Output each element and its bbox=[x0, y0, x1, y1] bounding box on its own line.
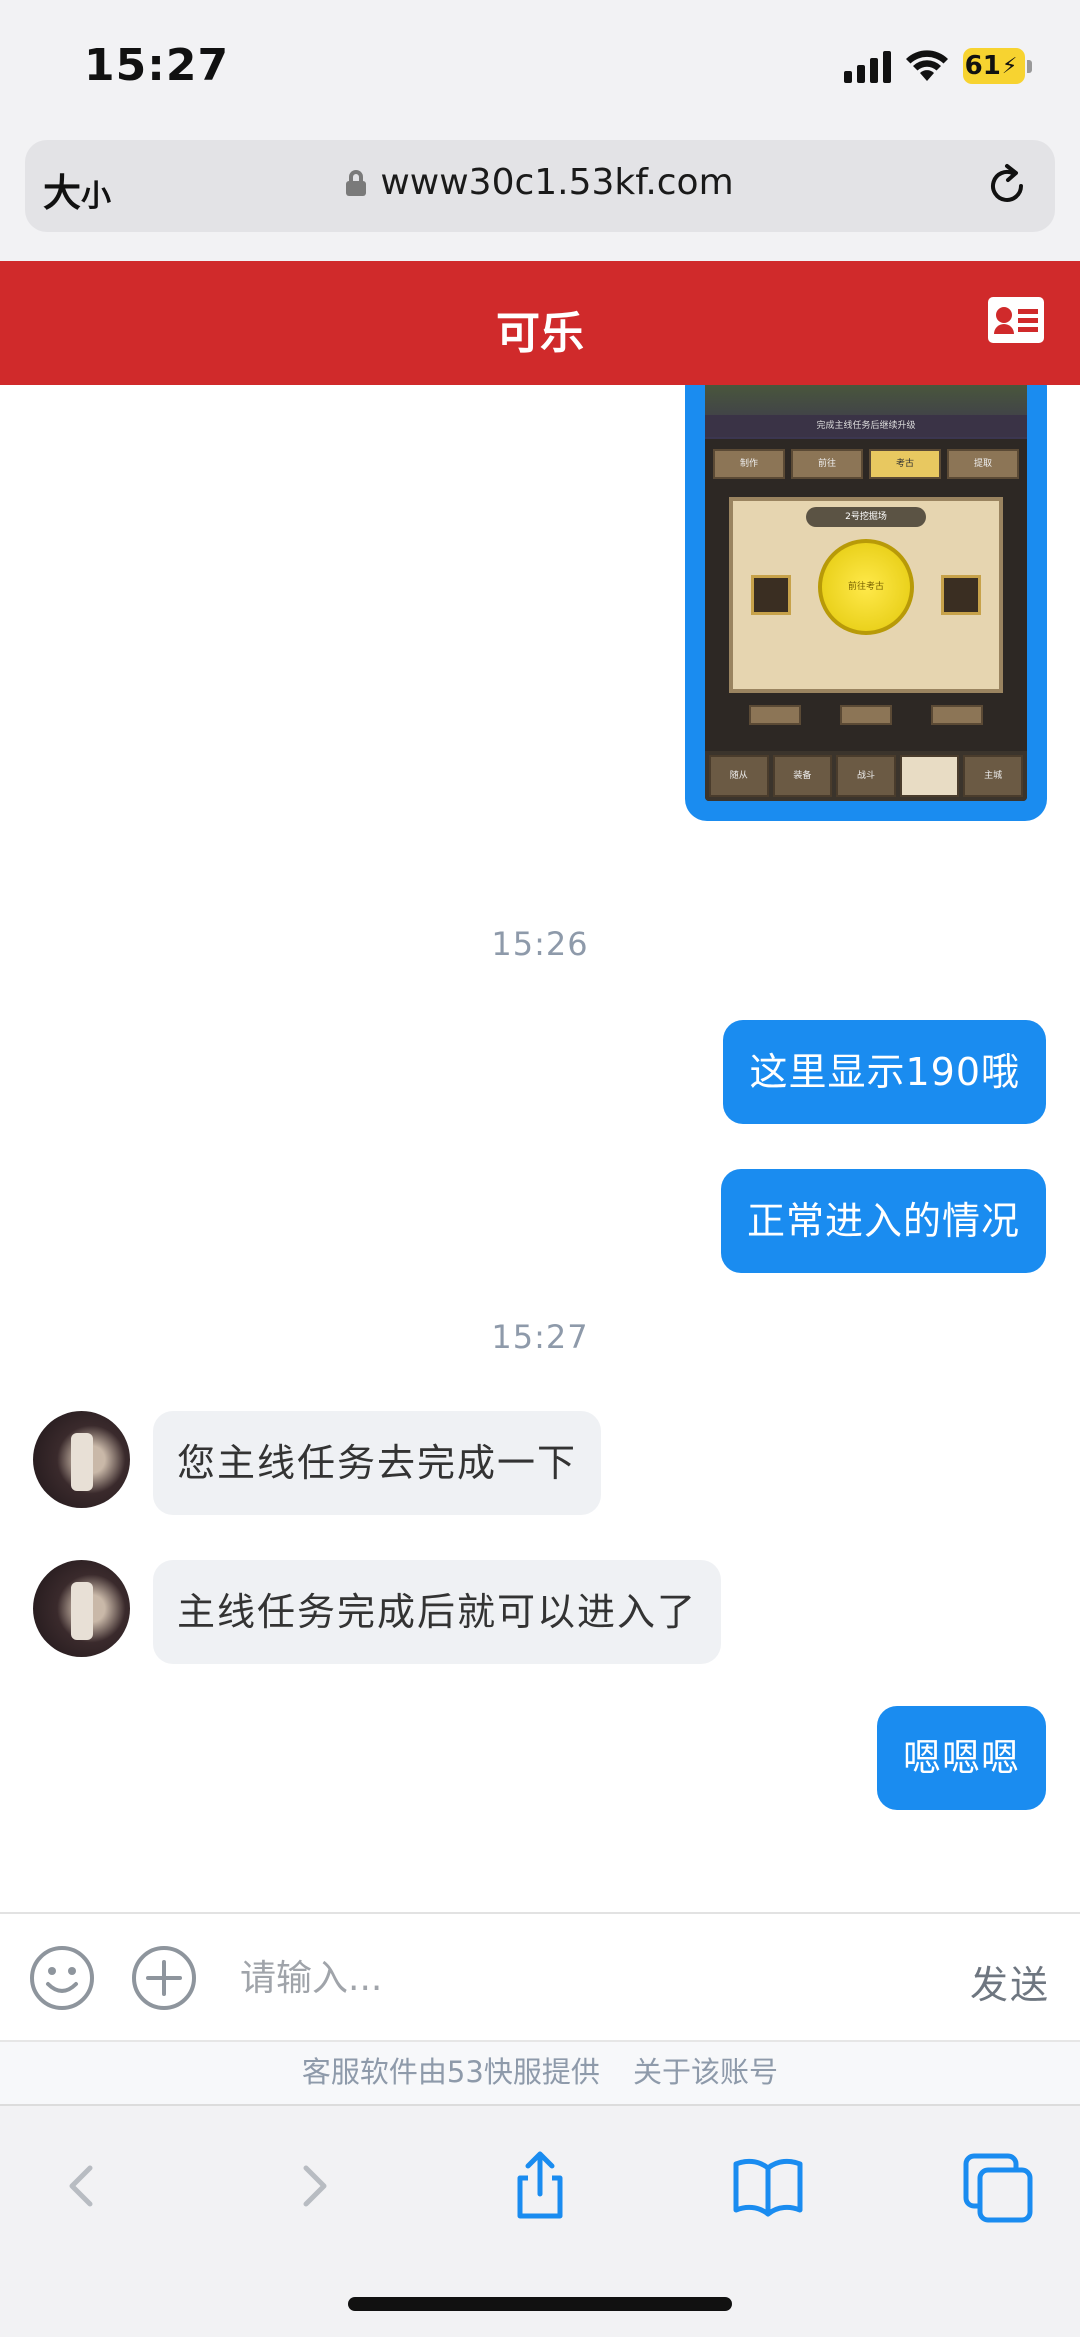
bookmarks-icon[interactable] bbox=[728, 2146, 808, 2226]
contact-card-icon[interactable] bbox=[988, 297, 1044, 343]
status-time: 15:27 bbox=[84, 40, 230, 91]
forward-icon[interactable] bbox=[274, 2146, 354, 2226]
url-text[interactable]: www30c1.53kf.com bbox=[380, 162, 733, 203]
service-footer: 客服软件由53快服提供 关于该账号 bbox=[0, 2040, 1080, 2104]
game-tabs: 制作 前往 考古 提取 bbox=[713, 449, 1019, 479]
chat-message-list[interactable]: 完成主线任务后继续升级 制作 前往 考古 提取 2号挖掘场 前往考古 随从 装备… bbox=[0, 385, 1080, 1912]
game-banner: 完成主线任务后继续升级 bbox=[705, 415, 1027, 437]
message-timestamp: 15:26 bbox=[491, 925, 589, 963]
game-bottom-nav: 随从 装备 战斗 主城 bbox=[705, 751, 1027, 801]
about-account-link[interactable]: 关于该账号 bbox=[633, 2055, 778, 2089]
outgoing-message-bubble[interactable]: 这里显示190哦 bbox=[723, 1020, 1046, 1124]
message-input[interactable] bbox=[240, 1938, 920, 2018]
incoming-message-bubble[interactable]: 主线任务完成后就可以进入了 bbox=[153, 1560, 722, 1664]
status-bar: 15:27 61 ⚡ bbox=[0, 0, 1080, 135]
message-timestamp: 15:27 bbox=[491, 1318, 589, 1356]
incoming-message-bubble[interactable]: 您主线任务去完成一下 bbox=[153, 1411, 602, 1515]
battery-level: 61 bbox=[964, 51, 1001, 81]
chat-title: 可乐 bbox=[496, 308, 584, 359]
share-icon[interactable] bbox=[500, 2146, 580, 2226]
provider-text: 客服软件由53快服提供 bbox=[301, 2055, 600, 2089]
emoji-icon[interactable] bbox=[28, 1944, 96, 2012]
agent-avatar[interactable] bbox=[33, 1411, 130, 1508]
battery-icon: 61 ⚡ bbox=[963, 48, 1032, 84]
chat-header: 可乐 bbox=[0, 261, 1080, 385]
cellular-signal-icon bbox=[844, 49, 891, 83]
agent-avatar[interactable] bbox=[33, 1560, 130, 1657]
tabs-icon[interactable] bbox=[958, 2146, 1038, 2226]
outgoing-message-bubble[interactable]: 正常进入的情况 bbox=[720, 1169, 1046, 1273]
game-panel: 2号挖掘场 前往考古 bbox=[729, 497, 1003, 693]
reload-icon[interactable] bbox=[983, 162, 1031, 210]
lock-icon bbox=[346, 169, 367, 196]
outgoing-message-bubble[interactable]: 嗯嗯嗯 bbox=[876, 1706, 1046, 1810]
home-indicator[interactable] bbox=[348, 2297, 732, 2311]
wifi-icon bbox=[906, 50, 948, 81]
message-input-bar: 发送 bbox=[0, 1912, 1080, 2040]
back-icon[interactable] bbox=[42, 2146, 122, 2226]
add-attachment-icon[interactable] bbox=[130, 1944, 198, 2012]
image-message-bubble[interactable]: 完成主线任务后继续升级 制作 前往 考古 提取 2号挖掘场 前往考古 随从 装备… bbox=[685, 385, 1047, 821]
status-icons: 61 ⚡ bbox=[844, 46, 1032, 86]
shared-game-screenshot[interactable]: 完成主线任务后继续升级 制作 前往 考古 提取 2号挖掘场 前往考古 随从 装备… bbox=[705, 385, 1027, 801]
game-gold-button: 前往考古 bbox=[818, 539, 914, 635]
address-bar[interactable]: 大小 www30c1.53kf.com bbox=[25, 140, 1055, 232]
send-button[interactable]: 发送 bbox=[970, 1954, 1050, 2009]
